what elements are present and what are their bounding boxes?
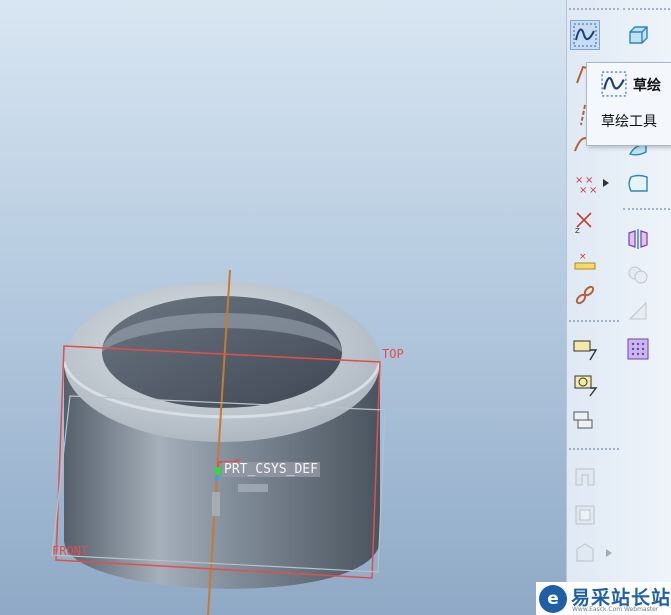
pattern-button[interactable] <box>623 334 653 364</box>
csys-label[interactable]: PRT_CSYS_DEF <box>222 462 320 477</box>
analysis-icon: × <box>574 252 596 270</box>
sweep-button[interactable] <box>570 406 600 436</box>
toolbar-separator <box>623 208 670 210</box>
toolbar-separator <box>569 8 619 10</box>
shell-button[interactable] <box>570 500 600 530</box>
merge-button[interactable] <box>623 260 653 290</box>
watermark-logo: e <box>539 585 567 613</box>
svg-text:×: × <box>579 185 587 195</box>
toolbar-separator <box>623 8 670 10</box>
point-array-icon: × × × × <box>575 175 597 195</box>
trim-button[interactable] <box>623 296 653 326</box>
svg-text:×: × <box>589 185 597 195</box>
point-array-button[interactable]: × × × × <box>570 168 600 198</box>
revolve-icon <box>574 375 598 397</box>
datum-plane-button[interactable] <box>623 20 653 50</box>
model-scene <box>51 269 386 615</box>
dropdown-arrow-icon <box>603 179 609 187</box>
surface-icon <box>628 174 648 192</box>
csys-icon: Z <box>575 212 592 233</box>
toolbar-separator <box>569 320 619 322</box>
hole-icon <box>575 468 595 486</box>
hole-button[interactable] <box>570 462 600 492</box>
cylinder-part[interactable] <box>62 282 382 589</box>
datum-label-top[interactable]: TOP <box>382 347 404 361</box>
dropdown-arrow-icon <box>606 549 612 557</box>
chain-button[interactable] <box>570 280 600 310</box>
dropdown-arrow-button[interactable] <box>600 168 612 198</box>
tooltip-title: 草绘 <box>633 78 661 94</box>
coordinate-system-button[interactable]: Z <box>570 206 600 236</box>
mirror-button[interactable] <box>623 224 653 254</box>
datum-label-front[interactable]: FRONT <box>52 544 88 558</box>
trim-icon <box>628 301 647 320</box>
graphics-viewport[interactable]: TOP FRONT PRT_CSYS_DEF <box>0 0 566 615</box>
datum-plane-icon <box>629 26 648 44</box>
extrude-icon <box>573 340 598 361</box>
analysis-feature-button[interactable]: × <box>570 244 600 274</box>
draft-button[interactable] <box>570 538 600 568</box>
watermark-subtext: Www.Easck.Com Webmaster <box>572 606 659 613</box>
sweep-icon <box>573 411 593 429</box>
extrude-button[interactable] <box>570 334 600 364</box>
toolbar-separator <box>569 448 619 450</box>
draft-icon <box>576 543 594 562</box>
shell-icon <box>575 505 595 525</box>
svg-text:Z: Z <box>575 227 580 233</box>
mirror-icon <box>628 229 648 249</box>
pattern-icon <box>627 338 649 360</box>
sketch-tool-button[interactable] <box>570 20 600 50</box>
sketch-icon <box>601 71 627 97</box>
merge-icon <box>628 266 648 284</box>
surface-button[interactable] <box>623 168 653 198</box>
svg-text:×: × <box>579 252 587 262</box>
watermark: e 易采站长站 Www.Easck.Com Webmaster <box>536 582 671 615</box>
chain-icon <box>575 285 595 305</box>
sketch-icon <box>573 23 597 47</box>
sketch-tooltip: 草绘 草绘工具 <box>586 62 671 146</box>
more-arrow-button[interactable] <box>603 538 615 568</box>
revolve-button[interactable] <box>570 370 600 400</box>
tooltip-description: 草绘工具 <box>601 114 657 130</box>
